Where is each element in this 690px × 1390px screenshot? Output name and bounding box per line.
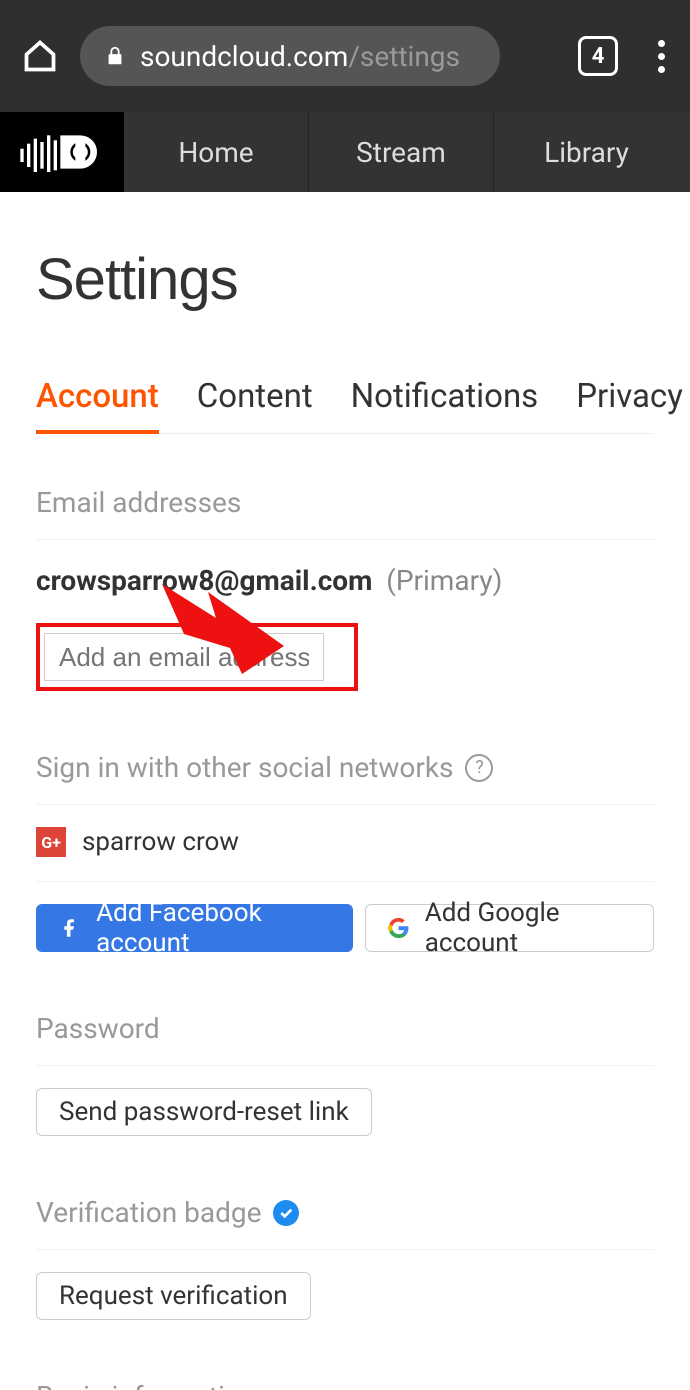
page-title: Settings — [36, 246, 654, 313]
url-host: soundcloud.com — [140, 40, 348, 73]
tab-count-button[interactable]: 4 — [578, 36, 618, 76]
lock-icon — [104, 45, 126, 67]
tab-count-value: 4 — [592, 44, 605, 69]
tab-content[interactable]: Content — [197, 377, 313, 433]
password-reset-button[interactable]: Send password-reset link — [36, 1088, 372, 1136]
tab-account[interactable]: Account — [36, 377, 159, 434]
content-area: Settings Account Content Notifications P… — [0, 192, 690, 1390]
connected-social-name: sparrow crow — [82, 827, 239, 857]
section-password-label: Password — [36, 1012, 654, 1066]
google-plus-icon: G+ — [36, 827, 66, 857]
connected-social-row: G+ sparrow crow — [36, 827, 654, 882]
settings-tabs: Account Content Notifications Privacy — [36, 377, 654, 434]
primary-email-address: crowsparrow8@gmail.com — [36, 564, 372, 597]
add-google-button[interactable]: Add Google account — [365, 904, 654, 952]
browser-chrome: soundcloud.com/settings 4 — [0, 0, 690, 112]
tab-privacy[interactable]: Privacy — [576, 377, 683, 433]
nav-library[interactable]: Library — [494, 112, 679, 192]
section-email-label: Email addresses — [36, 486, 654, 540]
annotation-highlight-box — [36, 623, 358, 691]
facebook-icon — [59, 916, 80, 940]
add-email-input[interactable] — [44, 633, 324, 681]
soundcloud-logo[interactable] — [0, 112, 124, 192]
nav-home[interactable]: Home — [124, 112, 309, 192]
browser-menu-icon[interactable] — [658, 40, 666, 73]
primary-email-tag: (Primary) — [386, 564, 502, 597]
section-verification-label: Verification badge — [36, 1196, 654, 1250]
browser-home-button[interactable] — [18, 34, 62, 78]
add-facebook-button[interactable]: Add Facebook account — [36, 904, 353, 952]
primary-email-row: crowsparrow8@gmail.com (Primary) — [36, 564, 654, 597]
url-bar[interactable]: soundcloud.com/settings — [80, 26, 500, 86]
site-nav: Home Stream Library — [0, 112, 690, 192]
verified-badge-icon — [273, 1200, 299, 1226]
section-social-label: Sign in with other social networks ? — [36, 751, 654, 805]
tab-notifications[interactable]: Notifications — [351, 377, 539, 433]
section-basic-label: Basic information — [36, 1380, 654, 1390]
request-verification-button[interactable]: Request verification — [36, 1272, 311, 1320]
url-path: /settings — [348, 40, 460, 73]
google-icon — [388, 916, 409, 940]
nav-stream[interactable]: Stream — [309, 112, 494, 192]
help-icon[interactable]: ? — [465, 754, 493, 782]
